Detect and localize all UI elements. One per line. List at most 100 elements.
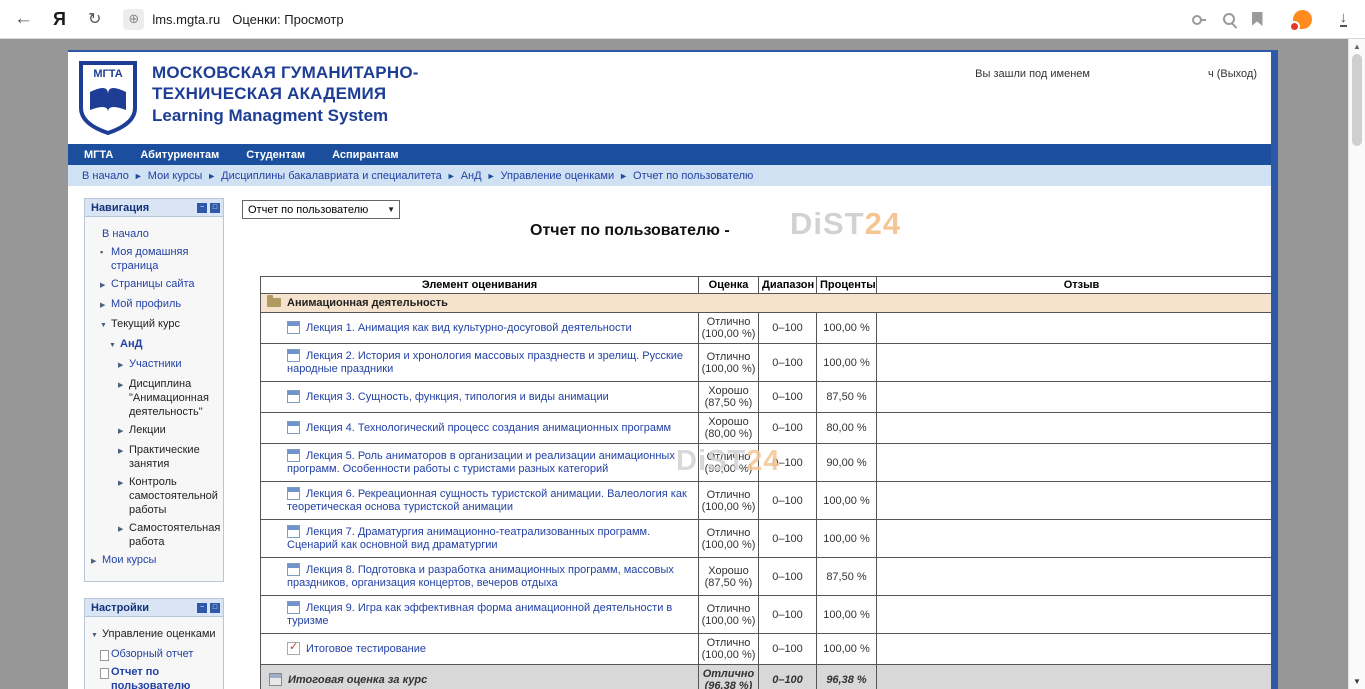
breadcrumb-course[interactable]: АнД	[461, 170, 482, 182]
category-label: Анимационная деятельность	[287, 297, 448, 309]
grade-item-row: Лекция 5. Роль аниматоров в организации …	[261, 444, 1279, 482]
grade-item-link[interactable]: Итоговое тестирование	[306, 643, 426, 655]
grade-cell: Отлично(100,00 %)	[699, 344, 759, 382]
reload-icon[interactable]: ↻	[88, 9, 101, 29]
tree-toggle-icon[interactable]: ▶	[118, 357, 129, 373]
sidebar-item-label: Текущий курс	[111, 317, 180, 333]
main-menu: МГТА Абитуриентам Студентам Аспирантам	[68, 144, 1271, 165]
grade-cell: Отлично(90,00 %)	[699, 444, 759, 482]
tree-toggle-icon[interactable]: ▶	[118, 423, 129, 439]
scrollbar[interactable]: ▲ ▼	[1348, 39, 1365, 689]
breadcrumb-disciplines[interactable]: Дисциплины бакалавриата и специалитета	[221, 170, 442, 182]
menu-item-aspirantam[interactable]: Аспирантам	[332, 149, 398, 161]
block-collapse-icon[interactable]: −	[197, 603, 207, 613]
notifications-icon[interactable]	[1293, 10, 1312, 29]
menu-item-mgta[interactable]: МГТА	[84, 149, 113, 161]
lesson-icon	[287, 349, 300, 362]
tree-toggle-icon[interactable]: ▶	[100, 277, 111, 293]
downloads-icon[interactable]: ↓	[1340, 11, 1348, 27]
sidebar-item[interactable]: ▶ Участники	[118, 357, 220, 373]
sidebar-item[interactable]: ▶ Контроль самостоятельной работы	[118, 475, 220, 517]
total-range-cell: 0–100	[759, 665, 817, 689]
block-collapse-icon[interactable]: −	[197, 203, 207, 213]
scroll-thumb[interactable]	[1352, 54, 1362, 146]
navigation-block-title: Навигация	[91, 202, 149, 214]
sidebar-item[interactable]: ▶ Практические занятия	[118, 443, 220, 471]
sidebar-item-label: АнД	[120, 337, 142, 353]
breadcrumb-separator-icon: ►	[134, 171, 143, 181]
sidebar-item[interactable]: ▶ Мой профиль	[100, 297, 220, 313]
address-bar-url[interactable]: lms.mgta.ru	[152, 12, 220, 27]
tree-toggle-icon[interactable]: ▶	[91, 553, 102, 569]
grade-item-link[interactable]: Лекция 2. История и хронология массовых …	[287, 350, 683, 375]
grade-item-link[interactable]: Лекция 4. Технологический процесс создан…	[306, 422, 671, 434]
breadcrumb-home[interactable]: В начало	[82, 170, 129, 182]
tree-toggle-icon[interactable]: ▶	[118, 521, 129, 549]
scroll-up-icon[interactable]: ▲	[1349, 42, 1365, 51]
sidebar-item[interactable]: ▼ Управление оценками	[91, 627, 220, 643]
sidebar-item[interactable]: ▼ АнД	[109, 337, 220, 353]
sidebar-item[interactable]: В начало	[91, 227, 220, 241]
aggregate-icon	[269, 673, 282, 686]
report-type-select[interactable]: Отчет по пользователю ▼	[242, 200, 400, 219]
sidebar-item[interactable]: ▶ Самостоятельная работа	[118, 521, 220, 549]
tree-toggle-icon[interactable]	[91, 227, 102, 241]
tree-toggle-icon[interactable]	[100, 647, 111, 661]
login-info: Вы зашли под именем ч (Выход)	[975, 68, 1257, 80]
feedback-cell	[877, 344, 1279, 382]
bookmark-icon[interactable]	[1252, 12, 1263, 26]
breadcrumb-user-report[interactable]: Отчет по пользователю	[633, 170, 753, 182]
scroll-down-icon[interactable]: ▼	[1349, 677, 1365, 686]
tree-toggle-icon[interactable]: ▼	[91, 627, 102, 643]
tree-toggle-icon[interactable]: ▪	[100, 245, 111, 273]
grade-item-link[interactable]: Лекция 8. Подготовка и разработка анимац…	[287, 564, 674, 589]
grade-item-link[interactable]: Лекция 3. Сущность, функция, типология и…	[306, 391, 609, 403]
tree-toggle-icon[interactable]: ▶	[100, 297, 111, 313]
sidebar-item[interactable]: Обзорный отчет	[100, 647, 220, 661]
sidebar-item[interactable]: Отчет по пользователю	[100, 665, 220, 689]
tree-toggle-icon[interactable]	[100, 665, 111, 689]
table-header-row: Элемент оценивания Оценка Диапазон Проце…	[261, 277, 1279, 294]
col-header-range: Диапазон	[759, 277, 817, 294]
tree-toggle-icon[interactable]: ▶	[118, 475, 129, 517]
grade-item-link[interactable]: Лекция 6. Рекреационная сущность туристс…	[287, 488, 687, 513]
sidebar-item[interactable]: ▶ Страницы сайта	[100, 277, 220, 293]
navigation-block-header: Навигация − □	[85, 199, 223, 217]
breadcrumb-grades-admin[interactable]: Управление оценками	[501, 170, 615, 182]
range-cell: 0–100	[759, 634, 817, 665]
mgta-logo: МГТА	[78, 60, 138, 136]
grade-item-link[interactable]: Лекция 9. Игра как эффективная форма ани…	[287, 602, 672, 627]
grade-item-link[interactable]: Лекция 7. Драматургия анимационно-театра…	[287, 526, 650, 551]
total-percent-cell: 96,38 %	[817, 665, 877, 689]
search-icon[interactable]	[1221, 11, 1238, 28]
menu-item-abiturientam[interactable]: Абитуриентам	[140, 149, 219, 161]
lesson-icon	[287, 321, 300, 334]
site-header: МГТА МОСКОВСКАЯ ГУМАНИТАРНО- ТЕХНИЧЕСКАЯ…	[68, 52, 1271, 144]
col-header-feedback: Отзыв	[877, 277, 1279, 294]
breadcrumb-my-courses[interactable]: Мои курсы	[148, 170, 202, 182]
grade-item-link[interactable]: Лекция 5. Роль аниматоров в организации …	[287, 450, 675, 475]
block-dock-icon[interactable]: □	[210, 203, 220, 213]
tree-toggle-icon[interactable]: ▼	[109, 337, 120, 353]
breadcrumb-separator-icon: ►	[619, 171, 628, 181]
block-dock-icon[interactable]: □	[210, 603, 220, 613]
sidebar-item[interactable]: ▶ Лекции	[118, 423, 220, 439]
grade-item-link[interactable]: Лекция 1. Анимация как вид культурно-дос…	[306, 322, 632, 334]
range-cell: 0–100	[759, 482, 817, 520]
yandex-browser-icon[interactable]: Я	[53, 9, 66, 30]
back-icon[interactable]: ←	[14, 8, 33, 30]
logout-link[interactable]: ч (Выход)	[1208, 68, 1257, 80]
sidebar-item-label: Лекции	[129, 423, 166, 439]
tree-toggle-icon[interactable]: ▶	[118, 377, 129, 419]
site-globe-icon: ⊕	[123, 9, 144, 30]
site-title: МОСКОВСКАЯ ГУМАНИТАРНО- ТЕХНИЧЕСКАЯ АКАД…	[152, 62, 419, 127]
password-manager-icon[interactable]	[1191, 11, 1207, 27]
tree-toggle-icon[interactable]: ▶	[118, 443, 129, 471]
tree-toggle-icon[interactable]: ▼	[100, 317, 111, 333]
sidebar-item[interactable]: ▶ Мои курсы	[91, 553, 220, 569]
address-bar-page-title: Оценки: Просмотр	[232, 12, 343, 27]
sidebar-item[interactable]: ▶ Дисциплина "Анимационная деятельность"	[118, 377, 220, 419]
menu-item-studentam[interactable]: Студентам	[246, 149, 305, 161]
sidebar-item[interactable]: ▼ Текущий курс	[100, 317, 220, 333]
sidebar-item[interactable]: ▪ Моя домашняя страница	[100, 245, 220, 273]
